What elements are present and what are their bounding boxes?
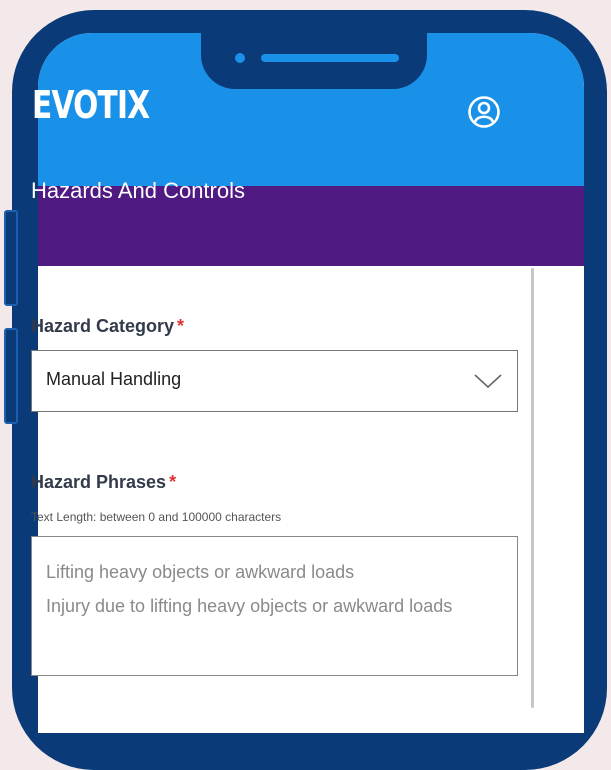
hazard-phrases-textarea[interactable]: Lifting heavy objects or awkward loads I… [31,536,518,676]
required-asterisk: * [177,316,185,336]
required-asterisk: * [169,472,177,492]
hazard-category-value: Manual Handling [46,369,182,389]
phone-side-button [4,210,18,306]
speaker-bar [261,54,399,62]
scrollbar[interactable] [531,268,534,708]
chevron-down-icon [474,374,502,389]
camera-dot [235,53,245,63]
hazard-category-label-text: Hazard Category [31,316,175,336]
hazard-category-select[interactable]: Manual Handling [31,350,518,412]
phone-side-button [4,328,18,424]
page-title: Hazards And Controls [31,178,245,203]
hazard-phrases-label: Hazard Phrases * [31,472,176,493]
phone-notch [201,33,427,89]
user-circle-icon[interactable] [467,95,501,129]
hazard-category-label: Hazard Category * [31,316,184,337]
hazard-phrases-label-text: Hazard Phrases [31,472,167,492]
evotix-logo: EVOTIX [32,83,150,127]
text-length-hint: Text Length: between 0 and 100000 charac… [31,510,282,524]
